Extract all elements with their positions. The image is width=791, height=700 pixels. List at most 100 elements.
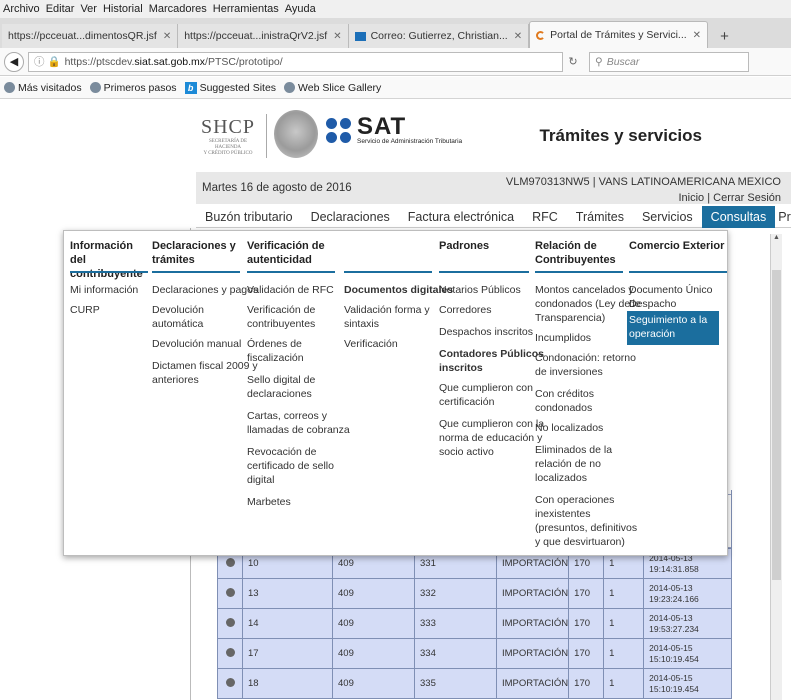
close-tab-icon[interactable]: ✕ [514, 31, 522, 42]
menu-ver[interactable]: Ver [80, 3, 97, 15]
session-links[interactable]: Inicio | Cerrar Sesión [678, 192, 781, 204]
back-button[interactable]: ◀ [4, 51, 24, 72]
dropdown-link-relacion-contribuyentes[interactable]: Eliminados de la [535, 443, 612, 457]
dropdown-link-padrones[interactable]: Que cumplieron con la [439, 417, 544, 431]
dropdown-link-declaraciones-tramites[interactable]: anteriores [152, 373, 199, 387]
close-tab-icon[interactable]: ✕ [693, 30, 701, 41]
dropdown-link-verificacion-autenticidad[interactable]: fiscalización [247, 351, 304, 365]
dropdown-link-informacion-contribuyente[interactable]: Mi información [70, 283, 138, 297]
dropdown-link-comercio-exterior[interactable]: operación [627, 327, 719, 345]
dropdown-link-verificacion-autenticidad[interactable]: Revocación de [247, 445, 316, 459]
dropdown-link-relacion-contribuyentes[interactable]: Montos cancelados y [535, 283, 634, 297]
dropdown-link-relacion-contribuyentes[interactable]: condonados [535, 401, 592, 415]
dropdown-link-padrones[interactable]: norma de educación y [439, 431, 542, 445]
scrollbar-thumb[interactable] [772, 270, 781, 580]
menu-editar[interactable]: Editar [46, 3, 75, 15]
dropdown-link-relacion-contribuyentes[interactable]: condonados (Ley de [535, 297, 630, 311]
table-row[interactable]: 18 409 335 IMPORTACIÓN 170 1 2014-05-15 15:10:1… [217, 668, 732, 699]
dropdown-link-padrones[interactable]: Despachos inscritos [439, 325, 533, 339]
dropdown-link-relacion-contribuyentes[interactable]: Con créditos [535, 387, 594, 401]
new-tab-button[interactable]: + [708, 24, 741, 48]
dropdown-link-padrones[interactable]: certificación [439, 395, 494, 409]
dropdown-link-verificacion-autenticidad[interactable]: llamadas de cobranza [247, 423, 350, 437]
dropdown-link-comercio-exterior[interactable]: Seguimiento a la [627, 311, 719, 327]
dropdown-link-verificacion-autenticidad[interactable]: contribuyentes [247, 317, 315, 331]
dropdown-link-comercio-exterior[interactable]: Despacho [629, 297, 676, 311]
browser-tab[interactable]: Correo: Gutierrez, Christian... ✕ [348, 24, 530, 48]
bookmark-suggested-sites[interactable]: b Suggested Sites [184, 81, 276, 94]
nav-pruebas[interactable]: Pruebas [775, 206, 791, 228]
dropdown-link-relacion-contribuyentes[interactable]: inexistentes [535, 507, 590, 521]
dropdown-link-relacion-contribuyentes[interactable]: Con operaciones [535, 493, 614, 507]
close-tab-icon[interactable]: ✕ [333, 31, 341, 42]
row-status-icon[interactable] [225, 647, 235, 657]
nav-factura-electronica[interactable]: Factura electrónica [399, 206, 523, 228]
row-status-icon[interactable] [225, 587, 235, 597]
dropdown-link-documentos-digitales[interactable]: Verificación [344, 337, 398, 351]
dropdown-link-relacion-contribuyentes[interactable]: y que desvirtuaron) [535, 535, 625, 549]
bookmark-web-slice[interactable]: Web Slice Gallery [284, 82, 381, 94]
dropdown-link-documentos-digitales[interactable]: sintaxis [344, 317, 379, 331]
menu-herramientas[interactable]: Herramientas [213, 3, 279, 15]
dropdown-link-padrones[interactable]: Corredores [439, 303, 492, 317]
dropdown-link-relacion-contribuyentes[interactable]: Condonación: retorno [535, 351, 636, 365]
dropdown-link-padrones[interactable]: Notarios Públicos [439, 283, 521, 297]
menu-historial[interactable]: Historial [103, 3, 143, 15]
nav-buzon-tributario[interactable]: Buzón tributario [196, 206, 302, 228]
dropdown-link-declaraciones-tramites[interactable]: Dictamen fiscal 2009 y [152, 359, 258, 373]
nav-rfc[interactable]: RFC [523, 206, 567, 228]
dropdown-link-padrones[interactable]: inscritos [439, 361, 483, 375]
dropdown-link-padrones[interactable]: Contadores Públicos [439, 347, 544, 361]
bookmark-primeros-pasos[interactable]: Primeros pasos [89, 82, 177, 94]
dropdown-link-verificacion-autenticidad[interactable]: digital [247, 473, 274, 487]
row-status-icon[interactable] [225, 557, 235, 567]
close-tab-icon[interactable]: ✕ [163, 31, 171, 42]
dropdown-link-verificacion-autenticidad[interactable]: Marbetes [247, 495, 291, 509]
row-status-icon[interactable] [225, 677, 235, 687]
dropdown-link-informacion-contribuyente[interactable]: CURP [70, 303, 100, 317]
dropdown-link-verificacion-autenticidad[interactable]: declaraciones [247, 387, 312, 401]
browser-tab[interactable]: https://pcceuat...dimentosQR.jsf ✕ [2, 24, 179, 48]
nav-servicios[interactable]: Servicios [633, 206, 702, 228]
dropdown-link-padrones[interactable]: socio activo [439, 445, 494, 459]
dropdown-link-relacion-contribuyentes[interactable]: localizados [535, 471, 587, 485]
dropdown-link-declaraciones-tramites[interactable]: Declaraciones y pagos [152, 283, 258, 297]
nav-declaraciones[interactable]: Declaraciones [302, 206, 399, 228]
reload-icon[interactable]: ↻ [563, 55, 583, 68]
dropdown-link-documentos-digitales[interactable]: Documentos digitales [344, 283, 453, 297]
nav-tramites[interactable]: Trámites [567, 206, 633, 228]
dropdown-link-relacion-contribuyentes[interactable]: No localizados [535, 421, 603, 435]
menu-marcadores[interactable]: Marcadores [149, 3, 207, 15]
dropdown-link-verificacion-autenticidad[interactable]: Validación de RFC [247, 283, 334, 297]
dropdown-link-relacion-contribuyentes[interactable]: Transparencia) [535, 311, 605, 325]
dropdown-link-verificacion-autenticidad[interactable]: Sello digital de [247, 373, 315, 387]
browser-tab-active[interactable]: Portal de Trámites y Servici... ✕ [529, 21, 709, 48]
dropdown-link-verificacion-autenticidad[interactable]: Cartas, correos y [247, 409, 327, 423]
dropdown-link-relacion-contribuyentes[interactable]: relación de no [535, 457, 601, 471]
dropdown-link-declaraciones-tramites[interactable]: automática [152, 317, 203, 331]
search-input[interactable]: ⚲ Buscar [589, 51, 749, 72]
content-scrollbar[interactable]: ▲ [770, 234, 782, 700]
dropdown-link-verificacion-autenticidad[interactable]: certificado de sello [247, 459, 334, 473]
menu-ayuda[interactable]: Ayuda [285, 3, 316, 15]
row-status-icon[interactable] [225, 617, 235, 627]
dropdown-link-documentos-digitales[interactable]: Validación forma y [344, 303, 430, 317]
dropdown-link-declaraciones-tramites[interactable]: Devolución [152, 303, 204, 317]
dropdown-link-relacion-contribuyentes[interactable]: (presuntos, definitivos [535, 521, 637, 535]
table-row[interactable]: 17 409 334 IMPORTACIÓN 170 1 2014-05-15 15:10:1… [217, 638, 732, 669]
dropdown-link-padrones[interactable]: Que cumplieron con [439, 381, 533, 395]
bookmark-mas-visitados[interactable]: Más visitados [4, 82, 82, 94]
dropdown-link-verificacion-autenticidad[interactable]: Órdenes de [247, 337, 302, 351]
browser-tab[interactable]: https://pcceuat...inistraQrV2.jsf ✕ [178, 24, 349, 48]
dropdown-link-declaraciones-tramites[interactable]: Devolución manual [152, 337, 241, 351]
dropdown-link-relacion-contribuyentes[interactable]: Incumplidos [535, 331, 591, 345]
menu-archivo[interactable]: Archivo [3, 3, 40, 15]
table-row[interactable]: 14 409 333 IMPORTACIÓN 170 1 2014-05-13 19:53:2… [217, 608, 732, 639]
nav-consultas[interactable]: Consultas [701, 205, 776, 228]
scroll-up-icon[interactable]: ▲ [772, 234, 781, 244]
table-row[interactable]: 13 409 332 IMPORTACIÓN 170 1 2014-05-13 19:23:2… [217, 578, 732, 609]
dropdown-link-verificacion-autenticidad[interactable]: Verificación de [247, 303, 315, 317]
url-bar[interactable]: ⓘ 🔒 https://ptscdev. siat.sat.gob.mx/PTSC… [28, 51, 563, 72]
cell-c3: 333 [414, 608, 497, 639]
dropdown-link-relacion-contribuyentes[interactable]: de inversiones [535, 365, 603, 379]
